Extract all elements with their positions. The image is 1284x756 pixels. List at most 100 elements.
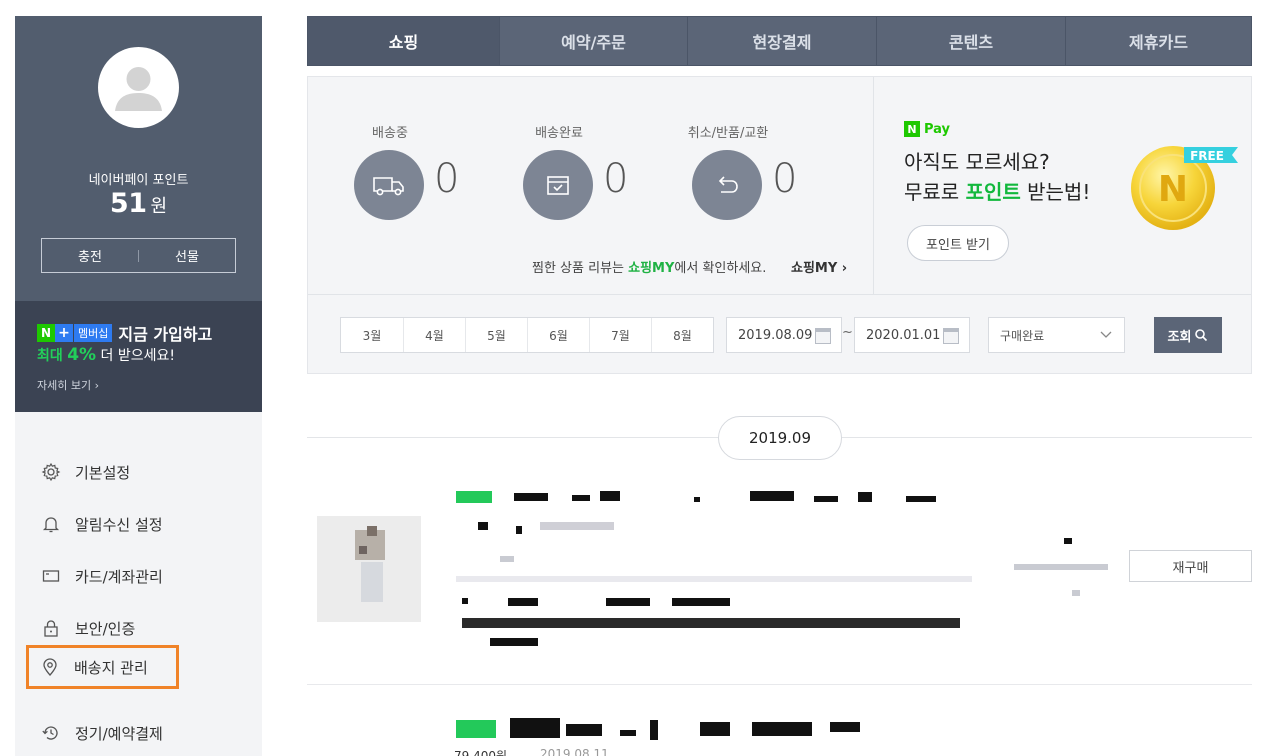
sidebar: 네이버페이 포인트 51 원 충전 선물 N + 멤버십 지금 가입하고 최대 4… bbox=[15, 16, 262, 756]
month-selector: 3월 4월 5월 6월 7월 8월 bbox=[340, 317, 714, 353]
search-button-label: 조회 bbox=[1167, 329, 1192, 345]
membership-promo-banner[interactable]: N + 멤버십 지금 가입하고 최대 4% 더 받으세요! 자세히 보기 › bbox=[15, 301, 262, 412]
points-actions: 충전 선물 bbox=[41, 238, 236, 273]
promo-title-row: N + 멤버십 지금 가입하고 bbox=[37, 321, 212, 345]
search-button[interactable]: 조회 bbox=[1154, 317, 1222, 353]
charge-button[interactable]: 충전 bbox=[42, 246, 138, 265]
recurring-icon bbox=[41, 723, 61, 743]
month-button[interactable]: 5월 bbox=[465, 318, 527, 352]
filter-bar: 3월 4월 5월 6월 7월 8월 2019.08.09 ~ 2020.01.0… bbox=[340, 317, 1222, 353]
month-button[interactable]: 6월 bbox=[527, 318, 589, 352]
main-tabs: 쇼핑 예약/주문 현장결제 콘텐츠 제휴카드 bbox=[307, 16, 1252, 66]
order-group-date: 2019.09 bbox=[718, 416, 842, 460]
points-balance: 51 원 bbox=[15, 188, 262, 219]
bell-icon bbox=[41, 514, 61, 534]
plus-badge: + bbox=[55, 324, 73, 342]
menu-item-label: 보안/인증 bbox=[75, 619, 136, 638]
promo-more-link[interactable]: 자세히 보기 › bbox=[37, 377, 99, 393]
menu-item-label: 배송지 관리 bbox=[74, 658, 148, 677]
divider bbox=[307, 684, 1252, 685]
tab-onsite-payment[interactable]: 현장결제 bbox=[687, 17, 876, 65]
free-tag: FREE bbox=[1190, 149, 1224, 163]
menu-item-label: 카드/계좌관리 bbox=[75, 567, 163, 586]
npay-logo-text: Pay bbox=[924, 121, 951, 137]
status-count: 0 bbox=[772, 156, 798, 202]
menu-item-label: 기본설정 bbox=[75, 463, 131, 482]
start-date-input[interactable]: 2019.08.09 bbox=[726, 317, 842, 353]
status-count: 0 bbox=[434, 156, 460, 202]
month-button[interactable]: 3월 bbox=[341, 318, 403, 352]
points-label: 네이버페이 포인트 bbox=[88, 173, 189, 188]
calendar-icon[interactable] bbox=[943, 328, 959, 344]
end-date-input[interactable]: 2020.01.01 bbox=[854, 317, 970, 353]
get-points-button[interactable]: 포인트 받기 bbox=[907, 225, 1009, 261]
order-date: 2019.08.11 bbox=[540, 747, 609, 756]
month-button[interactable]: 4월 bbox=[403, 318, 465, 352]
promo-subtitle: 최대 4% 더 받으세요! bbox=[37, 345, 175, 365]
status-count: 0 bbox=[603, 156, 629, 202]
gear-icon bbox=[41, 462, 61, 482]
profile-panel: 네이버페이 포인트 51 원 충전 선물 bbox=[15, 16, 262, 301]
settings-menu: 기본설정 알림수신 설정 카드/계좌관리 보안/인증 배송지 관리 정기/예약결… bbox=[15, 412, 262, 756]
promo-suffix: 더 받으세요! bbox=[100, 348, 176, 364]
menu-item-shipping-address[interactable]: 배송지 관리 bbox=[26, 645, 179, 689]
truck-icon bbox=[354, 150, 424, 220]
search-icon bbox=[1195, 329, 1208, 342]
select-value: 구매완료 bbox=[1000, 328, 1045, 343]
points-unit: 원 bbox=[150, 196, 168, 217]
product-thumbnail[interactable] bbox=[317, 516, 421, 622]
month-button[interactable]: 8월 bbox=[651, 318, 713, 352]
promo-percent: 4% bbox=[67, 345, 97, 365]
menu-item-label: 정기/예약결제 bbox=[75, 724, 163, 743]
calendar-icon[interactable] bbox=[815, 328, 831, 344]
points-value: 51 bbox=[109, 188, 147, 219]
box-check-icon bbox=[523, 150, 593, 220]
review-note-text: 에서 확인하세요. bbox=[674, 261, 767, 276]
month-button[interactable]: 7월 bbox=[589, 318, 651, 352]
user-silhouette-icon bbox=[115, 67, 162, 111]
lock-icon bbox=[41, 618, 61, 638]
divider bbox=[308, 294, 1251, 295]
menu-item-notification-settings[interactable]: 알림수신 설정 bbox=[27, 502, 247, 546]
location-pin-icon bbox=[40, 657, 60, 677]
divider bbox=[873, 77, 874, 294]
tab-contents[interactable]: 콘텐츠 bbox=[876, 17, 1065, 65]
review-notice: 찜한 상품 리뷰는 쇼핑MY에서 확인하세요. bbox=[532, 257, 766, 276]
menu-item-card-account[interactable]: 카드/계좌관리 bbox=[27, 554, 247, 598]
chevron-down-icon bbox=[1100, 331, 1112, 338]
card-icon bbox=[41, 566, 61, 586]
tab-shopping[interactable]: 쇼핑 bbox=[308, 17, 499, 65]
naver-n-badge: N bbox=[37, 324, 55, 342]
order-price: 79,400원 bbox=[454, 749, 508, 756]
menu-item-label: 알림수신 설정 bbox=[75, 515, 163, 534]
shopping-my-link[interactable]: 쇼핑MY › bbox=[791, 257, 847, 276]
reorder-button[interactable]: 재구매 bbox=[1129, 550, 1252, 582]
npay-headline-text: 무료로 bbox=[904, 180, 966, 204]
npay-logo: N Pay bbox=[904, 121, 1244, 137]
start-date-value: 2019.08.09 bbox=[738, 327, 813, 343]
status-label: 배송완료 bbox=[535, 126, 583, 141]
menu-item-recurring-payment[interactable]: 정기/예약결제 bbox=[27, 711, 247, 755]
tab-reservation-order[interactable]: 예약/주문 bbox=[499, 17, 687, 65]
avatar[interactable] bbox=[98, 47, 179, 128]
review-note-text: 찜한 상품 리뷰는 bbox=[532, 261, 629, 276]
menu-item-security[interactable]: 보안/인증 bbox=[27, 606, 247, 650]
coin-illustration: N FREE bbox=[1130, 143, 1238, 230]
naver-n-badge: N bbox=[904, 121, 920, 137]
promo-title: 지금 가입하고 bbox=[118, 325, 213, 344]
menu-item-basic-settings[interactable]: 기본설정 bbox=[27, 450, 247, 494]
status-label: 취소/반품/교환 bbox=[687, 126, 769, 141]
end-date-value: 2020.01.01 bbox=[866, 327, 941, 343]
promo-max-label: 최대 bbox=[37, 348, 63, 364]
npay-headline-highlight: 포인트 bbox=[965, 180, 1021, 204]
membership-badge: 멤버십 bbox=[74, 324, 113, 342]
npay-promo: N Pay 아직도 모르세요? 무료로 포인트 받는법! 포인트 받기 N FR… bbox=[904, 121, 1244, 281]
return-arrow-icon bbox=[692, 150, 762, 220]
coin-letter: N bbox=[1158, 169, 1188, 210]
status-label: 배송중 bbox=[372, 126, 408, 141]
review-note-highlight: 쇼핑MY bbox=[628, 261, 675, 276]
gift-button[interactable]: 선물 bbox=[139, 246, 235, 265]
order-status-select[interactable]: 구매완료 bbox=[988, 317, 1125, 353]
tab-partner-card[interactable]: 제휴카드 bbox=[1065, 17, 1251, 65]
order-status-panel: 배송중 0 배송완료 0 취소/반품/교환 0 찜한 상품 리뷰는 쇼핑MY에서… bbox=[307, 76, 1252, 374]
